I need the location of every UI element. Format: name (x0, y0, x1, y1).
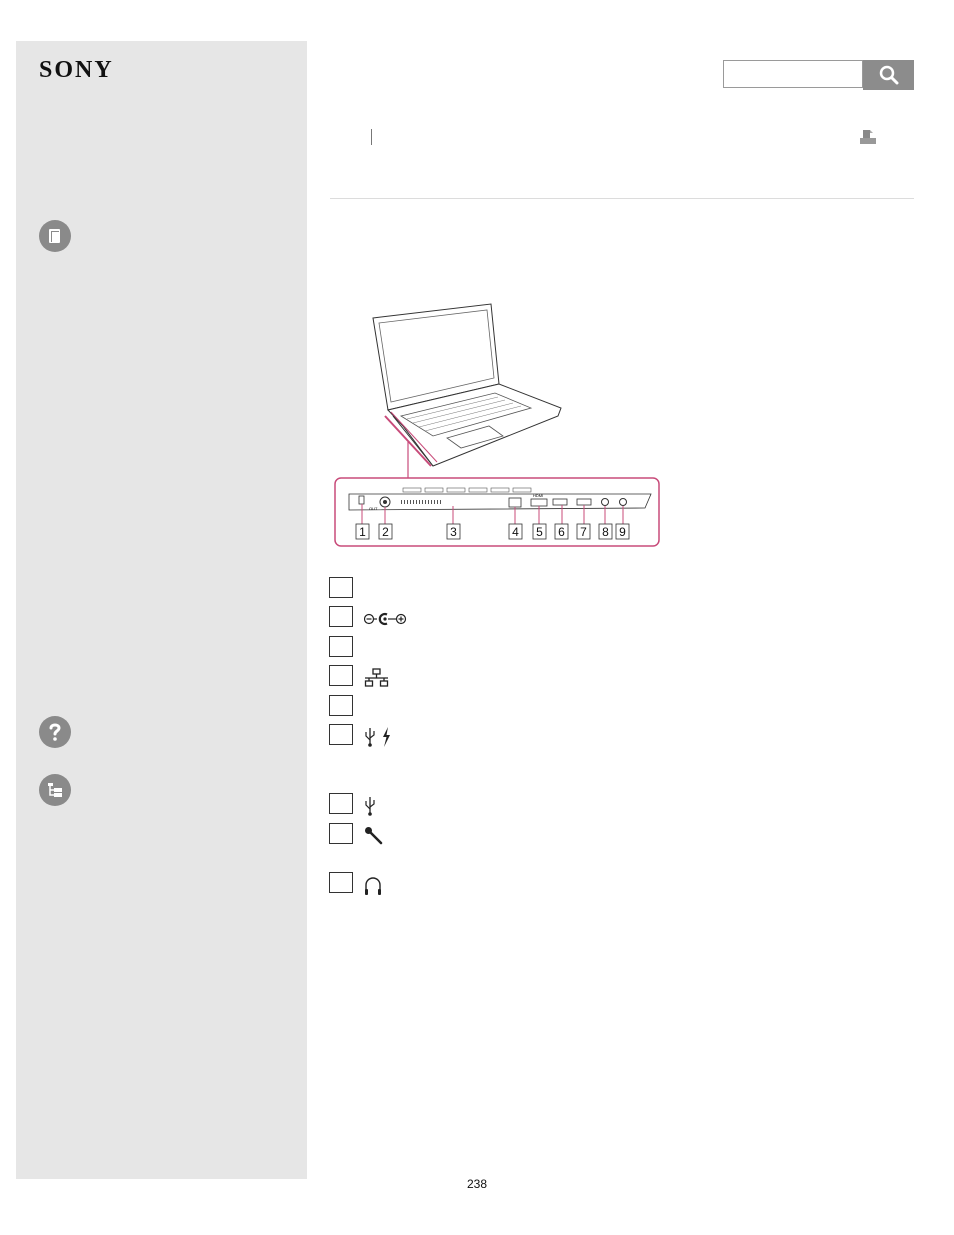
tree-icon[interactable] (39, 774, 71, 806)
item-number-box-6 (329, 724, 353, 745)
item-number-box-8 (329, 823, 353, 844)
item-number-box-3 (329, 636, 353, 657)
breadcrumb-separator (371, 129, 372, 145)
svg-text:HDMI: HDMI (533, 493, 543, 498)
item-number-box-5 (329, 695, 353, 716)
item-number-box-4 (329, 665, 353, 686)
usb-charge-icon (365, 727, 390, 747)
item-number-box-1 (329, 577, 353, 598)
callout-8: 8 (602, 525, 609, 539)
callout-5: 5 (536, 525, 543, 539)
item-number-box-7 (329, 793, 353, 814)
callout-4: 4 (512, 525, 519, 539)
sony-logo[interactable]: SONY (39, 57, 114, 84)
page-number: 238 (466, 1177, 488, 1191)
headphones-icon (365, 877, 381, 895)
callout-7: 7 (580, 525, 587, 539)
svg-text:OUT: OUT (369, 506, 378, 511)
sidebar: SONY (16, 41, 307, 1179)
header-divider (330, 198, 914, 199)
dc-in-icon (364, 612, 407, 626)
search-button[interactable] (863, 60, 914, 90)
item-number-box-2 (329, 606, 353, 627)
usb-icon (365, 797, 375, 816)
callout-1: 1 (359, 525, 366, 539)
callout-6: 6 (558, 525, 565, 539)
callout-3: 3 (450, 525, 457, 539)
search-input[interactable] (723, 60, 863, 88)
search-icon (879, 65, 898, 85)
book-icon[interactable] (39, 220, 71, 252)
callout-2: 2 (382, 525, 389, 539)
network-icon (364, 668, 389, 687)
print-icon[interactable] (859, 129, 877, 145)
microphone-icon (365, 827, 383, 845)
callout-9: 9 (619, 525, 626, 539)
item-number-box-9 (329, 872, 353, 893)
help-icon[interactable] (39, 716, 71, 748)
laptop-ports-illustration: HDMI OUT 1 2 3 4 5 6 7 8 9 (334, 303, 660, 547)
